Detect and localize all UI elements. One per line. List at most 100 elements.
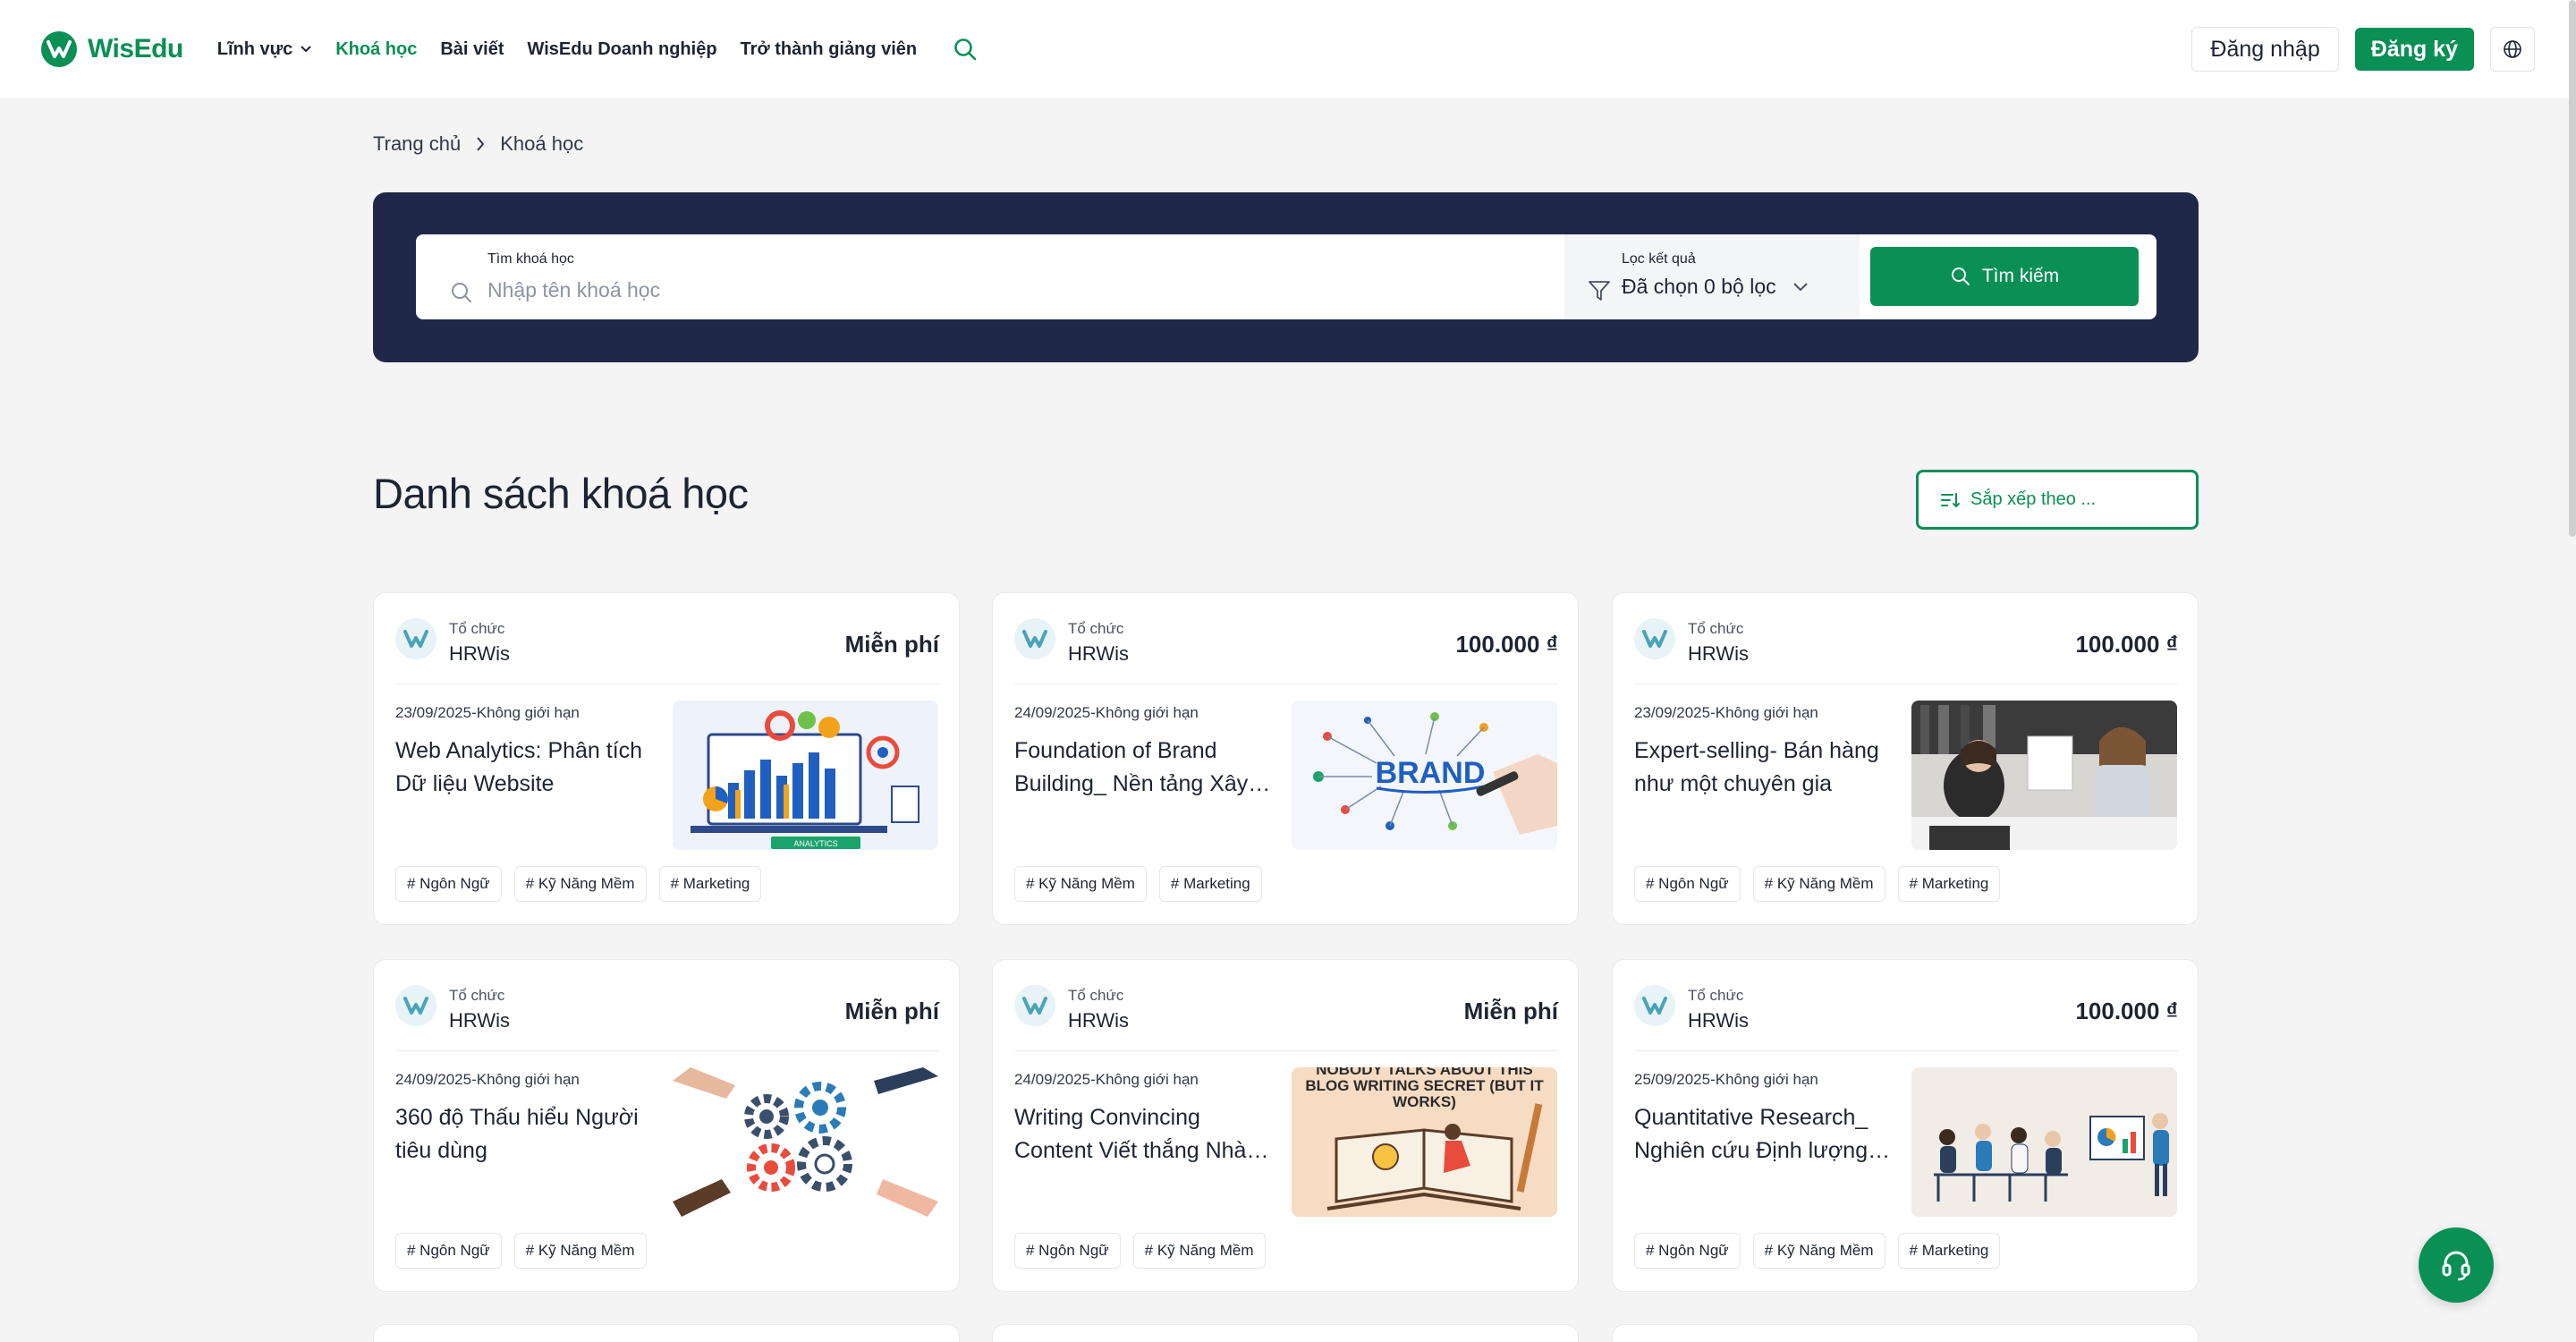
thumb-caption: ANALYTICS <box>793 839 837 848</box>
thumb-caption: BRAND <box>1376 756 1486 790</box>
course-tag[interactable]: # Marketing <box>1158 866 1262 902</box>
register-button[interactable]: Đăng ký <box>2354 28 2474 71</box>
course-date: 24/09/2025-Không giới hạn <box>395 1071 580 1088</box>
course-card[interactable]: Tổ chức HRWis Miễn phí 23/09/2025-Không … <box>373 592 960 925</box>
course-card[interactable]: Tổ chức HRWis 100.000 ₫ 23/09/2025-Không… <box>1612 592 2199 925</box>
card-header: Tổ chức HRWis Miễn phí <box>395 613 939 667</box>
course-tag[interactable]: # Kỹ Năng Mềm <box>513 866 647 902</box>
course-thumbnail-selling[interactable] <box>1911 701 2177 850</box>
org-name: HRWis <box>1688 642 1750 665</box>
course-date: 25/09/2025-Không giới hạn <box>1634 1071 1818 1088</box>
course-title[interactable]: Writing Convincing Content Viết thắng Nh… <box>1014 1101 1274 1168</box>
course-title[interactable]: Quantitative Research_ Nghiên cứu Định l… <box>1634 1101 1894 1168</box>
course-thumbnail-gears[interactable] <box>673 1067 938 1217</box>
course-tag[interactable]: # Ngôn Ngữ <box>395 1233 502 1269</box>
search-icon <box>1951 268 1970 285</box>
course-tag[interactable]: # Ngôn Ngữ <box>1014 1233 1121 1269</box>
course-tag[interactable]: # Kỹ Năng Mềm <box>1132 1233 1266 1269</box>
course-tags: # Kỹ Năng Mềm # Marketing <box>1014 866 1262 902</box>
course-tags: # Ngôn Ngữ # Kỹ Năng Mềm <box>1014 1233 1266 1269</box>
filter-label: Lọc kết quả <box>1622 251 1696 267</box>
nav-linh-vuc[interactable]: Lĩnh vực <box>217 39 313 60</box>
card-header: Tổ chức HRWis Miễn phí <box>395 980 939 1033</box>
course-title[interactable]: Web Analytics: Phân tích Dữ liệu Website <box>395 735 655 801</box>
course-thumbnail-analytics[interactable]: ANALYTICS <box>673 701 938 850</box>
support-chat-button[interactable] <box>2419 1227 2494 1303</box>
org-label: Tổ chức <box>1068 620 1124 637</box>
course-search-field: Tìm khoá học <box>450 234 1559 319</box>
filter-value-text: Đã chọn 0 bộ lọc <box>1622 275 1776 298</box>
search-icon[interactable] <box>953 37 978 62</box>
course-card-partial[interactable] <box>992 1324 1579 1342</box>
course-tag[interactable]: # Marketing <box>1897 1233 2001 1269</box>
course-card-partial[interactable] <box>373 1324 960 1342</box>
course-price: Miễn phí <box>1463 998 1558 1024</box>
org-label: Tổ chức <box>449 987 505 1004</box>
course-thumbnail-brand[interactable]: BRAND <box>1292 701 1557 850</box>
course-tag[interactable]: # Kỹ Năng Mềm <box>1752 1233 1885 1269</box>
filter-dropdown[interactable]: Lọc kết quả Đã chọn 0 bộ lọc <box>1564 234 1860 319</box>
search-button[interactable]: Tìm kiếm <box>1870 247 2139 306</box>
card-header: Tổ chức HRWis 100.000 ₫ <box>1634 980 2178 1033</box>
course-tag[interactable]: # Kỹ Năng Mềm <box>513 1233 647 1269</box>
org-name: HRWis <box>1688 1009 1750 1032</box>
org-name: HRWis <box>1068 642 1130 665</box>
sort-button[interactable]: Sắp xếp theo ... <box>1916 470 2199 530</box>
course-thumbnail-blog[interactable]: NOBODY TALKS ABOUT THIS BLOG WRITING SEC… <box>1292 1067 1557 1217</box>
chevron-right-icon <box>475 136 486 152</box>
chevron-down-icon <box>1792 282 1808 291</box>
card-divider <box>1014 1050 1558 1051</box>
org-logo-icon <box>1014 618 1055 659</box>
page-scrollbar[interactable] <box>2569 0 2576 537</box>
course-tag[interactable]: # Marketing <box>1897 866 2001 902</box>
course-card[interactable]: Tổ chức HRWis Miễn phí 24/09/2025-Không … <box>992 959 1579 1292</box>
course-price: 100.000 ₫ <box>1455 631 1558 658</box>
card-header: Tổ chức HRWis Miễn phí <box>1014 980 1558 1033</box>
course-card[interactable]: Tổ chức HRWis 100.000 ₫ 25/09/2025-Không… <box>1612 959 2199 1292</box>
nav-tro-thanh-giang-vien[interactable]: Trở thành giảng viên <box>741 39 918 60</box>
course-tag[interactable]: # Kỹ Năng Mềm <box>1752 866 1885 902</box>
headset-icon <box>2442 1251 2470 1281</box>
course-card[interactable]: Tổ chức HRWis Miễn phí 24/09/2025-Không … <box>373 959 960 1292</box>
org-label: Tổ chức <box>449 620 505 637</box>
course-date: 24/09/2025-Không giới hạn <box>1014 1071 1199 1088</box>
course-thumbnail-research[interactable] <box>1911 1067 2177 1217</box>
course-search-input[interactable] <box>487 276 1543 304</box>
org-label: Tổ chức <box>1068 987 1124 1004</box>
course-tag[interactable]: # Ngôn Ngữ <box>1634 866 1741 902</box>
breadcrumb-home[interactable]: Trang chủ <box>373 132 461 156</box>
org-logo-icon <box>1014 985 1055 1026</box>
login-button[interactable]: Đăng nhập <box>2191 27 2339 72</box>
nav-bai-viet[interactable]: Bài viết <box>440 39 504 60</box>
course-title[interactable]: Foundation of Brand Building_ Nền tảng X… <box>1014 735 1274 801</box>
course-date: 24/09/2025-Không giới hạn <box>1014 704 1199 721</box>
course-tag[interactable]: # Marketing <box>658 866 762 902</box>
course-date: 23/09/2025-Không giới hạn <box>395 704 580 721</box>
org-label: Tổ chức <box>1688 620 1744 637</box>
course-tag[interactable]: # Ngôn Ngữ <box>1634 1233 1741 1269</box>
brand-name: WisEdu <box>88 34 183 64</box>
nav-linh-vuc-label: Lĩnh vực <box>216 38 293 59</box>
org-label: Tổ chức <box>1688 987 1744 1004</box>
org-name: HRWis <box>449 1009 511 1032</box>
course-title[interactable]: 360 độ Thấu hiểu Người tiêu dùng <box>395 1101 655 1168</box>
course-price: Miễn phí <box>844 998 939 1024</box>
course-tags: # Ngôn Ngữ # Kỹ Năng Mềm # Marketing <box>1634 866 2001 902</box>
chevron-down-icon <box>301 46 311 53</box>
breadcrumb: Trang chủ Khoá học <box>373 132 583 156</box>
nav-khoa-hoc[interactable]: Khoá học <box>335 39 417 60</box>
org-name: HRWis <box>449 642 511 665</box>
course-card-partial[interactable] <box>1612 1324 2199 1342</box>
course-tag[interactable]: # Ngôn Ngữ <box>395 866 502 902</box>
search-panel: Tìm khoá học Lọc kết quả Đã chọn 0 bộ lọ… <box>373 192 2199 362</box>
search-icon <box>450 281 473 309</box>
course-tag[interactable]: # Kỹ Năng Mềm <box>1014 866 1147 902</box>
org-logo-icon <box>395 618 436 659</box>
course-card[interactable]: Tổ chức HRWis 100.000 ₫ 24/09/2025-Không… <box>992 592 1579 925</box>
brand-logo[interactable]: WisEdu <box>41 31 183 67</box>
wisedu-logo-icon <box>41 31 77 67</box>
nav-doanh-nghiep[interactable]: WisEdu Doanh nghiệp <box>528 39 717 60</box>
course-title[interactable]: Expert-selling- Bán hàng như một chuyên … <box>1634 735 1894 801</box>
language-button[interactable] <box>2490 27 2535 72</box>
sort-icon <box>1941 492 1960 507</box>
